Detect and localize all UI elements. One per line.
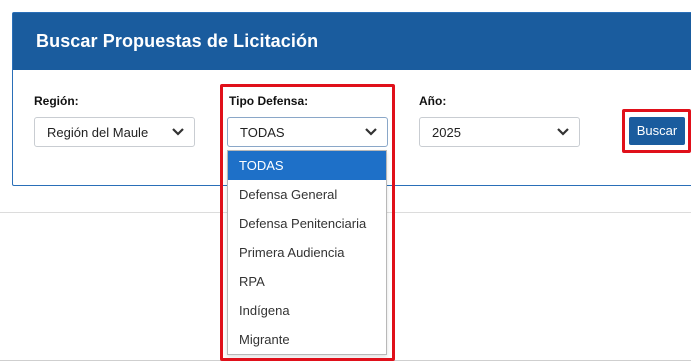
- chevron-down-icon: [172, 128, 184, 136]
- region-select[interactable]: Región del Maule: [34, 117, 195, 147]
- panel-header: Buscar Propuestas de Licitación: [13, 13, 691, 70]
- region-select-value: Región del Maule: [47, 125, 149, 140]
- anio-label: Año:: [419, 94, 447, 108]
- dropdown-option-primera-audiencia[interactable]: Primera Audiencia: [228, 238, 386, 267]
- tipo-defensa-select[interactable]: TODAS: [227, 117, 388, 147]
- tipo-defensa-dropdown-list: TODAS Defensa General Defensa Penitencia…: [227, 150, 387, 355]
- region-label: Región:: [34, 94, 79, 108]
- chevron-down-icon: [365, 128, 377, 136]
- dropdown-option-rpa[interactable]: RPA: [228, 267, 386, 296]
- anio-select-value: 2025: [432, 125, 461, 140]
- chevron-down-icon: [557, 128, 569, 136]
- dropdown-option-migrante[interactable]: Migrante: [228, 325, 386, 354]
- dropdown-option-todas[interactable]: TODAS: [228, 151, 386, 180]
- panel-title: Buscar Propuestas de Licitación: [36, 31, 319, 51]
- dropdown-option-indigena[interactable]: Indígena: [228, 296, 386, 325]
- dropdown-option-defensa-penitenciaria[interactable]: Defensa Penitenciaria: [228, 209, 386, 238]
- anio-select[interactable]: 2025: [419, 117, 580, 147]
- search-button[interactable]: Buscar: [629, 117, 685, 145]
- tipo-defensa-label: Tipo Defensa:: [229, 94, 309, 108]
- divider: [0, 360, 691, 361]
- dropdown-option-defensa-general[interactable]: Defensa General: [228, 180, 386, 209]
- tipo-defensa-select-value: TODAS: [240, 125, 285, 140]
